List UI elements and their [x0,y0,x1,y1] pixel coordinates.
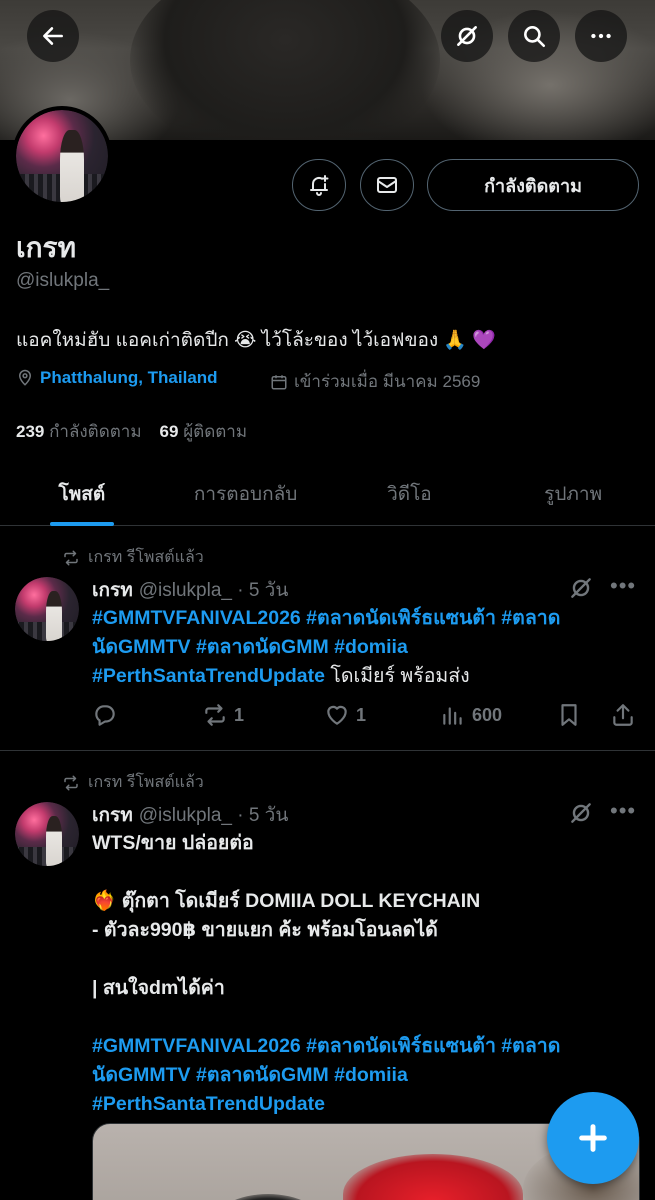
post-actions: 1 1 600 [92,697,642,733]
following-button[interactable]: กำลังติดตาม [427,159,639,211]
post-text: ตุ๊กตา โดเมียร์ DOMIIA DOLL KEYCHAIN [116,890,481,912]
following-stat[interactable]: 239 กำลังติดตาม [16,418,142,445]
fire-heart-icon: ❤️‍🔥 [92,890,117,912]
display-name: เกรท [16,232,77,263]
location-link[interactable]: Phatthalung, Thailand [40,368,218,388]
like-button[interactable]: 1 [324,702,366,728]
tab-photos[interactable]: รูปภาพ [491,462,655,525]
repost-button[interactable]: 1 [202,702,244,728]
profile-stats: 239 กำลังติดตาม 69 ผู้ติดตาม [16,418,247,445]
post-text: | สนใจdmได้ค่า [92,977,225,999]
repost-icon [64,775,78,790]
search-button[interactable] [508,10,560,62]
grok-icon [457,26,477,46]
post-more-button[interactable]: ••• [610,573,636,599]
post-body: #GMMTVFANIVAL2026 #ตลาดนัดเพิร์ธแซนต้า #… [92,604,637,691]
profile-handle: @islukpla_ [16,270,110,291]
more-button[interactable] [575,10,627,62]
hashtag-line[interactable]: นัดGMMTV #ตลาดนัดGMM #domiia [92,636,408,658]
location-pin-icon [18,369,32,386]
repost-icon [64,550,78,565]
profile-joined: เข้าร่วมเมื่อ มีนาคม 2569 [270,368,480,395]
post-text: WTS/ขาย ปล่อยต่อ [92,832,254,854]
post-author[interactable]: เกรท [92,800,133,830]
post-text: โดเมียร์ พร้อมส่ง [324,665,470,687]
post-handle-time: @islukpla_ · 5 วัน [138,805,289,826]
tab-videos[interactable]: วิดีโอ [328,462,492,525]
notify-button[interactable] [292,159,346,211]
grok-button[interactable] [441,10,493,62]
repost-indicator: เกรท รีโพสต์แล้ว [62,770,204,795]
post-more-button[interactable]: ••• [610,798,636,824]
reply-button[interactable] [92,702,124,728]
more-horizontal-icon [591,33,611,39]
compose-button[interactable] [547,1092,639,1184]
bookmark-button[interactable] [556,702,582,728]
followers-stat[interactable]: 69 ผู้ติดตาม [160,418,248,445]
search-icon [524,26,546,48]
heart-icon [327,705,347,725]
hashtag-line[interactable]: #PerthSantaTrendUpdate [92,1093,325,1115]
share-icon [613,704,633,726]
reply-icon [95,705,115,726]
post-text: - ตัวละ990฿ ขายแยก ค้ะ พร้อมโอนลดได้ [92,919,438,941]
bar-chart-icon [443,707,462,725]
hashtag-line[interactable]: นัดGMMTV #ตลาดนัดGMM #domiia [92,1064,408,1086]
grok-post-button[interactable] [568,575,594,601]
repost-indicator: เกรท รีโพสต์แล้ว [62,545,204,570]
profile-location: Phatthalung, Thailand [16,368,218,388]
message-button[interactable] [360,159,414,211]
grok-icon [571,578,591,598]
profile-tabs: โพสต์ การตอบกลับ วิดีโอ รูปภาพ [0,462,655,526]
joined-text: เข้าร่วมเมื่อ มีนาคม 2569 [294,372,481,391]
hashtag-line[interactable]: #GMMTVFANIVAL2026 #ตลาดนัดเพิร์ธแซนต้า #… [92,607,560,629]
post-body: WTS/ขาย ปล่อยต่อ ❤️‍🔥 ตุ๊กตา โดเมียร์ DO… [92,829,637,1119]
post-author[interactable]: เกรท [92,575,133,605]
tab-posts[interactable]: โพสต์ [0,462,164,525]
post-header: เกรท @islukpla_ · 5 วัน [92,800,288,830]
post-avatar[interactable] [15,577,79,641]
calendar-icon [271,374,287,389]
tab-replies[interactable]: การตอบกลับ [164,462,328,525]
repost-icon [205,704,225,726]
hashtag-line[interactable]: #GMMTVFANIVAL2026 #ตลาดนัดเพิร์ธแซนต้า #… [92,1035,560,1057]
post-header: เกรท @islukpla_ · 5 วัน [92,575,288,605]
profile-avatar[interactable] [12,106,112,206]
grok-post-button[interactable] [568,800,594,826]
post-divider [0,750,655,751]
profile-bio: แอคใหม่ฮับ แอคเก่าติดปีก 😭 ไว้โล้ะของ ไว… [16,330,497,351]
back-button[interactable] [27,10,79,62]
bell-plus-icon [310,175,329,196]
arrow-left-icon [43,27,63,45]
post-handle-time: @islukpla_ · 5 วัน [138,580,289,601]
share-button[interactable] [610,702,636,728]
grok-icon [571,803,591,823]
post-avatar[interactable] [15,802,79,866]
hashtag-line[interactable]: #PerthSantaTrendUpdate [92,665,325,687]
views-button[interactable]: 600 [440,702,502,728]
bookmark-icon [561,704,577,726]
profile-banner[interactable] [0,0,655,140]
mail-icon [377,177,397,193]
plus-icon [579,1124,607,1152]
